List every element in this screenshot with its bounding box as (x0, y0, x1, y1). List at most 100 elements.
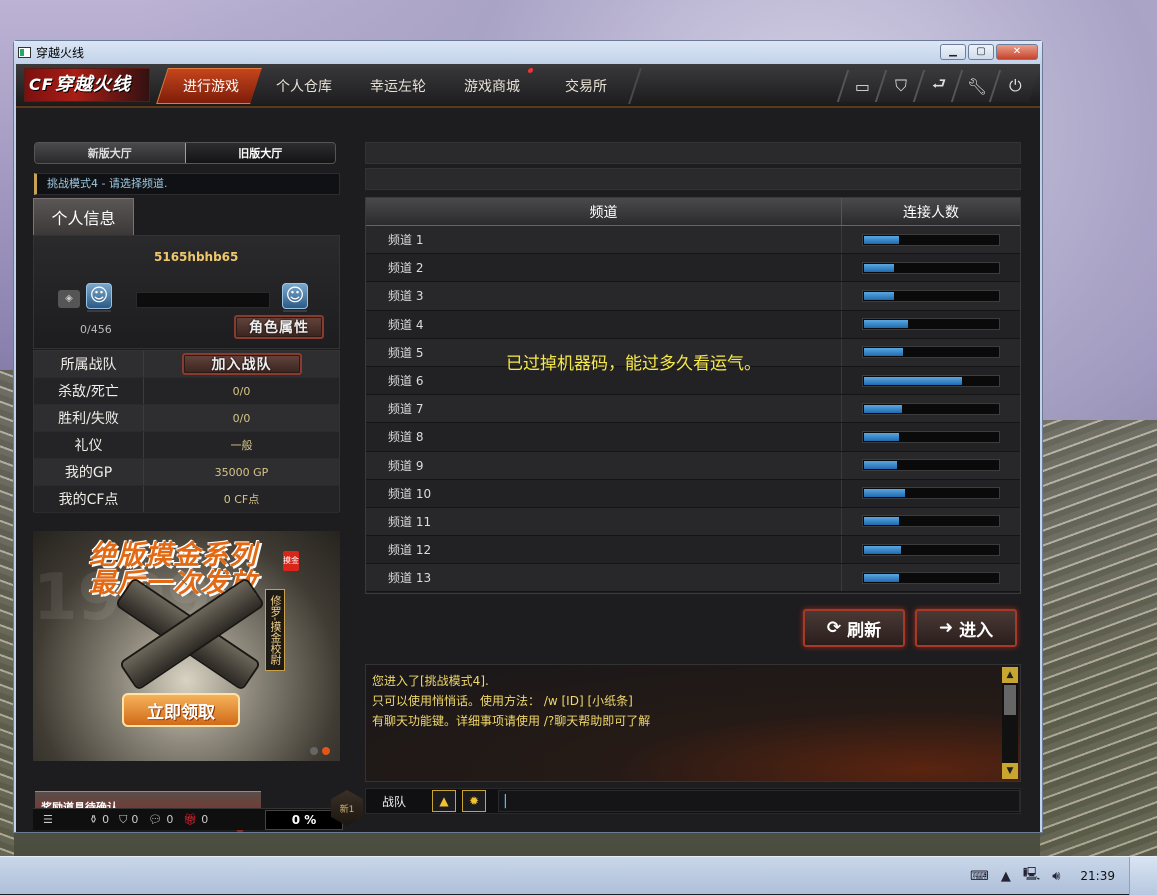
info-strip (365, 142, 1021, 164)
connection-fill (864, 376, 962, 385)
connection-fill (864, 263, 894, 272)
app-icon (18, 46, 31, 58)
old-lobby-button[interactable]: 旧版大厅 (184, 143, 335, 163)
tab-play[interactable]: 进行游戏 (156, 68, 266, 104)
gift-count: 0 (201, 813, 209, 826)
connection-fill (864, 517, 900, 526)
channel-row[interactable]: 频道 11 (366, 507, 1020, 537)
show-hidden-icons-icon[interactable]: ▲ (1001, 869, 1011, 884)
maximize-button[interactable]: ▢ (968, 44, 994, 60)
connection-bar (862, 402, 1000, 415)
refresh-button[interactable]: ⟳ 刷新 (803, 609, 905, 647)
channel-name: 频道 11 (366, 507, 842, 536)
close-button[interactable]: ✕ (996, 44, 1038, 60)
volume-icon[interactable]: 🔊︎ (1052, 869, 1060, 884)
channel-row[interactable]: 频道 7 (366, 395, 1020, 424)
enter-label: 进入 (959, 620, 994, 641)
stat-value: 0/0 (232, 384, 251, 398)
gift-icon[interactable]: 🎁︎ (183, 813, 197, 826)
top-navigation: CF 穿越火线 进行游戏 个人仓库 幸运左轮 游戏商城 交易所 ▭ ⛉ ⮐ 🔧︎ … (16, 64, 1040, 108)
scroll-thumb[interactable] (1004, 685, 1016, 715)
mode-hint: 挑战模式4 - 请选择频道. (34, 173, 340, 195)
channel-row[interactable]: 频道 10 (366, 479, 1020, 508)
refresh-label: 刷新 (847, 620, 882, 641)
new-lobby-button[interactable]: 新版大厅 (35, 143, 185, 163)
chat-input[interactable]: | (498, 790, 1020, 812)
enter-button[interactable]: ➜ 进入 (915, 609, 1017, 647)
connection-bar (862, 487, 1000, 500)
banner-subtitle: 最后一次发放 (89, 568, 257, 599)
refresh-icon: ⟳ (826, 618, 842, 638)
chat-channel-up-button[interactable]: ▲ (432, 790, 456, 812)
show-desktop-button[interactable] (1129, 857, 1157, 895)
badge-count: 0 (131, 813, 139, 826)
stat-value: 一般 (230, 439, 253, 452)
app-window: 穿越火线 ▁ ▢ ✕ CF 穿越火线 进行游戏 个人仓库 幸运左轮 游戏商城 交易… (13, 40, 1043, 833)
tab-lucky-revolver[interactable]: 幸运左轮 (344, 68, 454, 104)
carousel-dots[interactable] (310, 747, 330, 755)
system-tray: ⌨ ▲ 🖳︎ 🔊︎ 21:39 (970, 857, 1115, 895)
terrace-decoration (0, 370, 14, 856)
menu-icon[interactable]: ☰ (43, 813, 53, 826)
title-bar[interactable]: 穿越火线 ▁ ▢ ✕ (14, 41, 1042, 63)
channel-row[interactable]: 频道 9 (366, 451, 1020, 480)
channel-name: 频道 2 (366, 254, 842, 282)
claim-now-button[interactable]: 立即领取 (122, 693, 240, 727)
shield-badge-icon[interactable]: ⛉ (119, 813, 127, 827)
chat-scrollbar[interactable]: ▲ ▼ (1002, 667, 1018, 779)
chat-channel-label[interactable]: 战队 (366, 793, 426, 810)
channel-row[interactable]: 频道 13 (366, 564, 1020, 593)
channel-row[interactable]: 频道 2 (366, 254, 1020, 283)
network-icon[interactable]: 🖳︎ (1023, 865, 1040, 887)
promo-banner[interactable]: 1999 绝版摸金系列 最后一次发放 摸金 修罗-摸金校尉 立即领取 (33, 531, 340, 761)
chat-input-bar: 战队 ▲ ✹ | (365, 788, 1021, 814)
role-attributes-button[interactable]: 角色属性 (234, 315, 324, 339)
scroll-down-icon[interactable]: ▼ (1002, 763, 1018, 779)
channel-name: 频道 3 (366, 282, 842, 310)
bag-icon[interactable]: ⚱ (89, 813, 98, 826)
table-row: 礼仪 一般 (34, 432, 339, 459)
table-row: 杀敌/死亡 0/0 (34, 378, 339, 405)
tab-shop[interactable]: 游戏商城 (438, 68, 548, 104)
minimize-button[interactable]: ▁ (940, 44, 966, 60)
channel-row[interactable]: 频道 8 (366, 423, 1020, 452)
connection-bar (862, 289, 1000, 302)
connection-bar (862, 459, 1000, 472)
profile-header[interactable]: 个人信息 (33, 198, 134, 236)
rank-icon: ◈ (58, 290, 80, 308)
carousel-dot-active[interactable] (322, 747, 330, 755)
profile-card: 5165hbhb65 ◈ ☺ ☺ 0/456 角色属性 (33, 235, 340, 349)
connection-fill (864, 573, 900, 582)
avatar-secondary[interactable]: ☺ (282, 283, 308, 312)
channel-name: 频道 7 (366, 395, 842, 423)
chat-bubble-icon[interactable]: 💬︎ (148, 813, 162, 826)
channel-table: 频道 连接人数 频道 1 频道 2 频道 3 频道 4 频道 5 频道 6 频道 7 频道 8… (365, 197, 1021, 594)
xp-text: 0/456 (80, 323, 112, 336)
channel-row[interactable]: 频道 3 (366, 282, 1020, 311)
connection-fill (864, 404, 903, 413)
join-team-button[interactable]: 加入战队 (181, 353, 302, 375)
window-title: 穿越火线 (36, 45, 85, 60)
connection-fill (864, 432, 900, 441)
channel-name: 频道 4 (366, 310, 842, 338)
clock[interactable]: 21:39 (1080, 869, 1115, 883)
chat-log[interactable]: 您进入了[挑战模式4]. 只可以使用悄悄话。使用方法： /w [ID] [小纸条… (365, 664, 1021, 782)
keyboard-icon[interactable]: ⌨ (970, 869, 989, 884)
channel-name: 频道 10 (366, 479, 842, 507)
connection-bar (862, 571, 1000, 584)
channel-row[interactable]: 频道 1 (366, 226, 1020, 255)
power-icon[interactable]: ⏻ (988, 70, 1040, 102)
avatar[interactable]: ☺ (86, 283, 112, 312)
table-row: 所属战队 加入战队 (34, 351, 339, 378)
stat-label: 胜利/失败 (34, 405, 144, 431)
chat-settings-gear-icon[interactable]: ✹ (462, 790, 486, 812)
player-name: 5165hbhb65 (154, 250, 239, 264)
scroll-up-icon[interactable]: ▲ (1002, 667, 1018, 683)
channel-row[interactable]: 频道 12 (366, 536, 1020, 565)
carousel-dot[interactable] (310, 747, 318, 755)
tab-inventory[interactable]: 个人仓库 (250, 68, 360, 104)
info-strip (365, 168, 1021, 190)
tab-exchange[interactable]: 交易所 (532, 68, 642, 104)
channel-row[interactable]: 频道 4 (366, 310, 1020, 339)
table-header: 频道 连接人数 (366, 198, 1020, 226)
